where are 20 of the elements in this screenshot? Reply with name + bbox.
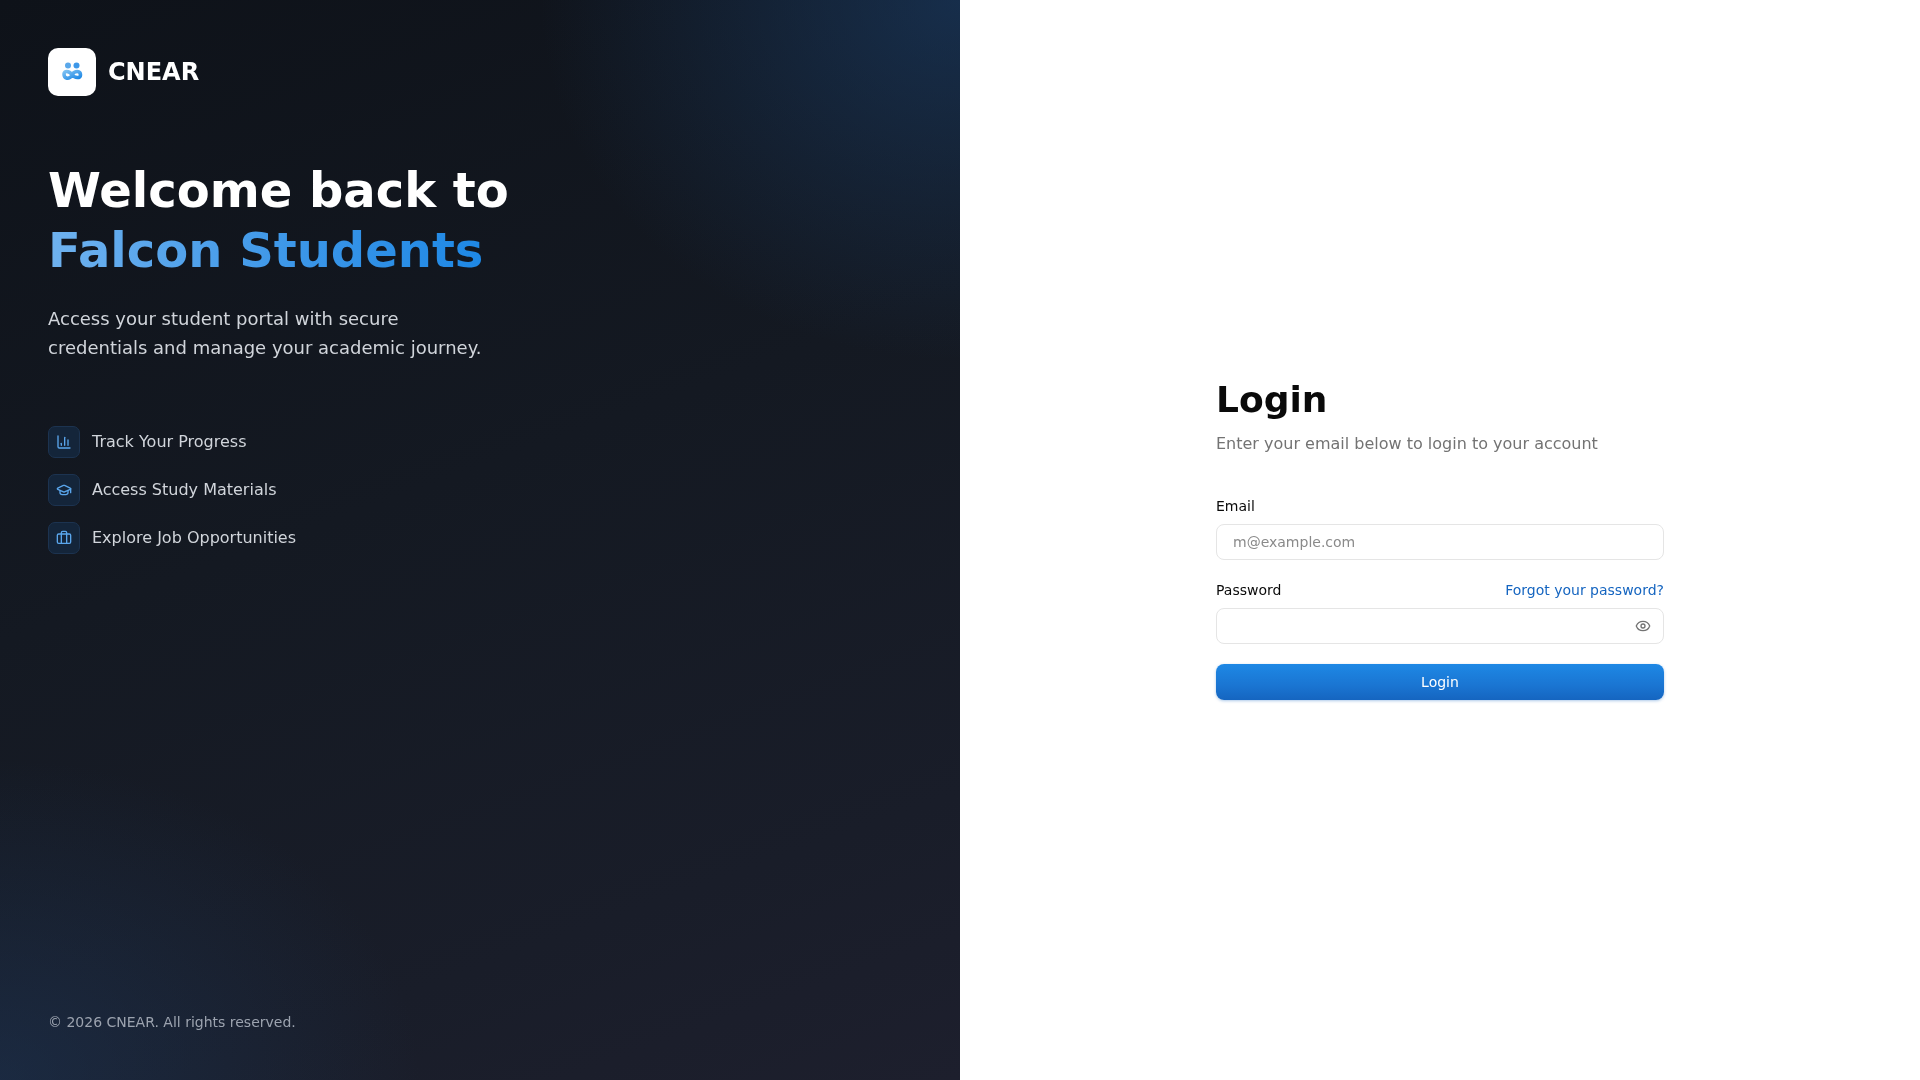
password-field[interactable]	[1216, 608, 1664, 644]
eye-icon[interactable]	[1635, 618, 1651, 634]
feature-label: Explore Job Opportunities	[92, 527, 297, 549]
password-label: Password	[1216, 581, 1282, 600]
intro-text: Access your student portal with secure credentials and manage your academic journey.	[48, 307, 483, 360]
email-label: Email	[1216, 497, 1255, 516]
bar-chart-icon	[48, 426, 80, 458]
login-title: Login	[1216, 380, 1328, 420]
email-field[interactable]: m@example.com	[1216, 524, 1664, 560]
copyright-text: © 2026 CNEAR. All rights reserved.	[48, 1013, 296, 1032]
headline: Welcome back to	[48, 161, 509, 220]
brand-name: CNEAR	[108, 57, 200, 88]
logo-icon	[48, 48, 96, 96]
feature-label: Track Your Progress	[92, 431, 247, 453]
feature-label: Access Study Materials	[92, 479, 277, 501]
login-subtitle: Enter your email below to login to your account	[1216, 433, 1598, 455]
forgot-password-link[interactable]: Forgot your password?	[1505, 580, 1664, 600]
login-button[interactable]: Login	[1216, 664, 1664, 700]
graduation-cap-icon	[48, 474, 80, 506]
briefcase-icon	[48, 522, 80, 554]
